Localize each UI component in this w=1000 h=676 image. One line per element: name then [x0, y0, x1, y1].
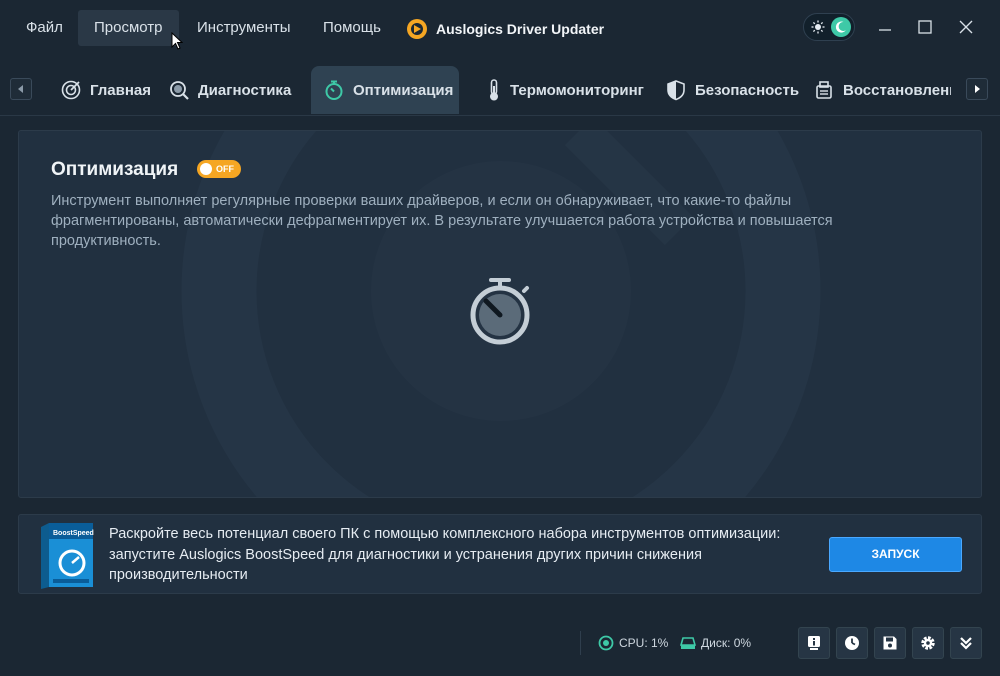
launch-button[interactable]: ЗАПУСК [829, 537, 962, 572]
tab-thermal-monitoring-label: Термомониторинг [510, 81, 644, 99]
shield-icon [667, 80, 685, 101]
clock-icon [845, 636, 859, 650]
tabs-scroll-left-button[interactable] [10, 78, 32, 100]
magnifier-icon [170, 81, 189, 100]
expand-button[interactable] [950, 627, 982, 659]
cpu-status-text: CPU: 1% [619, 636, 669, 650]
cpu-status: CPU: 1% [598, 633, 668, 653]
mouse-cursor-icon [171, 32, 183, 50]
stopwatch-icon [325, 80, 343, 100]
arrow-left-icon [18, 85, 23, 93]
menu-file[interactable]: Файл [10, 10, 79, 46]
info-icon [808, 636, 820, 650]
panel-title: Оптимизация [51, 159, 179, 180]
close-icon[interactable] [955, 16, 977, 38]
arrow-right-icon [975, 85, 980, 93]
tab-thermal-monitoring[interactable]: Термомониторинг [474, 66, 656, 114]
tab-diagnostics[interactable]: Диагностика [156, 66, 303, 114]
info-button[interactable] [798, 627, 830, 659]
sun-icon [811, 20, 825, 34]
boostspeed-box-icon: BoostSpeed [41, 523, 94, 589]
restore-icon [816, 81, 832, 99]
app-title: Auslogics Driver Updater [406, 18, 604, 40]
panel-description: Инструмент выполняет регулярные проверки… [51, 193, 833, 249]
menu-help[interactable]: Помощь [307, 10, 397, 46]
optimization-panel: Оптимизация OFF Инструмент выполняет рег… [18, 130, 982, 498]
save-button[interactable] [874, 627, 906, 659]
stopwatch-large-icon [470, 278, 530, 345]
tabs-scroll-right-button[interactable] [966, 78, 988, 100]
disk-icon [680, 637, 696, 649]
cpu-icon [598, 635, 614, 651]
history-button[interactable] [836, 627, 868, 659]
double-chevron-down-icon [960, 637, 972, 650]
tab-home-label: Главная [90, 81, 152, 99]
title-bar: Файл Просмотр Инструменты Помощь Auslogi… [0, 0, 1000, 58]
menu-view[interactable]: Просмотр [78, 10, 179, 46]
disk-status-text: Диск: 0% [701, 636, 752, 650]
settings-button[interactable] [912, 627, 944, 659]
boostspeed-box-label: BoostSpeed [53, 530, 94, 537]
theme-toggle[interactable] [803, 13, 855, 41]
disk-status: Диск: 0% [680, 633, 751, 653]
save-icon [883, 636, 897, 650]
moon-icon [831, 17, 851, 37]
status-separator [580, 631, 581, 655]
tab-restore[interactable]: Восстановление [801, 66, 951, 114]
tab-diagnostics-label: Диагностика [198, 81, 292, 99]
maximize-icon[interactable] [914, 16, 936, 38]
tab-bar: Главная Диагностика Оптимизация Термомон… [0, 58, 1000, 116]
menu-tools[interactable]: Инструменты [181, 10, 307, 46]
gear-icon [921, 636, 935, 650]
tab-home[interactable]: Главная [48, 66, 163, 114]
tab-restore-label: Восстановление [843, 81, 951, 99]
tab-security[interactable]: Безопасность [653, 66, 811, 114]
auslogics-logo-icon [407, 19, 427, 39]
tab-optimization-label: Оптимизация [353, 81, 454, 99]
target-icon [61, 80, 81, 100]
app-title-text: Auslogics Driver Updater [436, 21, 605, 37]
thermometer-icon [490, 79, 498, 101]
tab-optimization[interactable]: Оптимизация [311, 66, 459, 114]
tab-security-label: Безопасность [695, 81, 800, 99]
promo-text: Раскройте весь потенциал своего ПК с пом… [109, 526, 781, 583]
minimize-icon[interactable] [874, 16, 896, 38]
boostspeed-promo: BoostSpeed Раскройте весь потенциал свое… [18, 514, 982, 594]
optimization-toggle[interactable]: OFF [197, 160, 241, 178]
